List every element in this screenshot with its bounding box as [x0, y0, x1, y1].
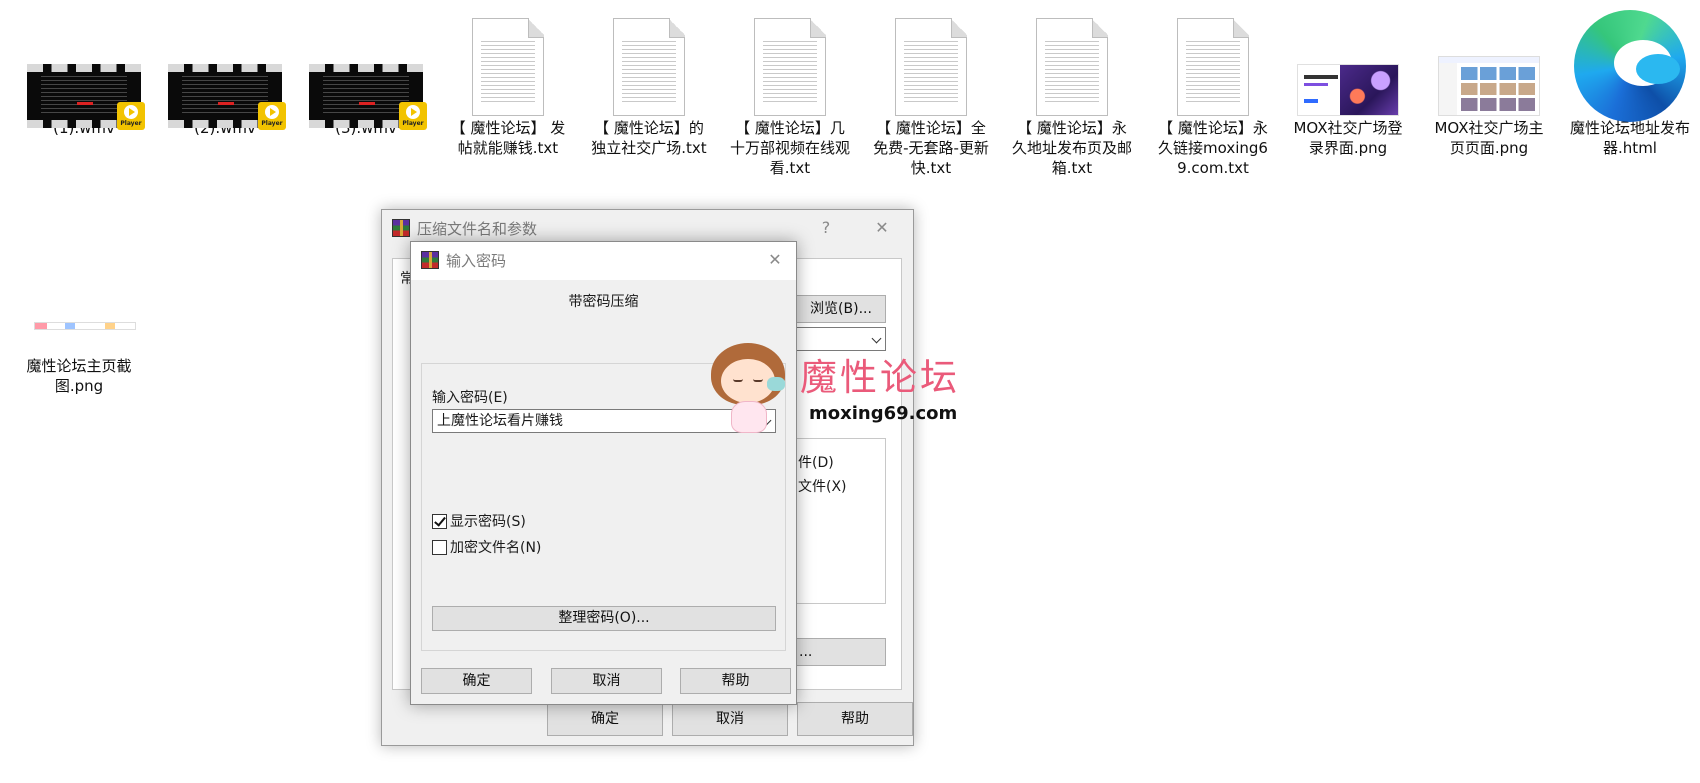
password-help-button[interactable]: 帮助 [680, 668, 791, 694]
desktop-icon-txt-6[interactable]: 【 魔性论坛】永久链接moxing69.com.txt [1148, 0, 1278, 178]
chevron-down-icon [871, 333, 882, 344]
winrar-icon [421, 251, 439, 269]
watermark-title: 魔性论坛 [800, 356, 960, 399]
file-label: 【 魔性论坛】 发帖就能赚钱.txt [450, 119, 566, 157]
show-password-label: 显示密码(S) [450, 514, 526, 530]
video-file-icon: Player [19, 0, 149, 130]
password-dialog-titlebar[interactable]: 输入密码 ✕ [411, 242, 796, 280]
desktop-icon-png-home[interactable]: MOX社交广场主页页面.png [1424, 0, 1554, 158]
image-thumbnail [1424, 0, 1554, 116]
checkbox-checked-icon[interactable] [432, 514, 447, 529]
desktop-icon-txt-2[interactable]: 【 魔性论坛】的独立社交广场.txt [584, 0, 714, 158]
encrypt-filenames-checkbox[interactable]: 加密文件名(N) [432, 538, 541, 558]
help-icon[interactable]: ? [812, 216, 840, 240]
archive-name-combo[interactable] [796, 327, 886, 351]
image-thumbnail [14, 320, 144, 336]
encrypt-filenames-label: 加密文件名(N) [450, 540, 542, 556]
video-file-icon: Player [301, 0, 431, 130]
browse-button[interactable]: 浏览(B)... [796, 295, 886, 323]
desktop-icon-png-screenshot[interactable]: 魔性论坛主页截图.png [14, 320, 144, 396]
file-label: 魔性论坛主页截图.png [26, 357, 132, 395]
password-dialog-title: 输入密码 [446, 252, 507, 270]
text-document-icon [1007, 0, 1137, 116]
password-value: 上魔性论坛看片赚钱 [437, 413, 563, 429]
text-document-icon [866, 0, 996, 116]
password-heading: 带密码压缩 [568, 294, 639, 310]
text-document-icon [443, 0, 573, 116]
watermark-url: moxing69.com [809, 403, 958, 424]
desktop-icon-video-3[interactable]: Player (3).wmv [301, 0, 431, 138]
mascot-girl-icon [709, 343, 789, 439]
winrar-icon [392, 219, 410, 237]
desktop-icon-txt-1[interactable]: 【 魔性论坛】 发帖就能赚钱.txt [443, 0, 573, 158]
archive-cancel-button[interactable]: 取消 [672, 702, 788, 736]
desktop-icon-txt-5[interactable]: 【 魔性论坛】永久地址发布页及邮箱.txt [1007, 0, 1137, 178]
desktop-icon-png-login[interactable]: MOX社交广场登录界面.png [1283, 0, 1413, 158]
close-icon[interactable]: ✕ [761, 248, 789, 272]
image-thumbnail [1283, 0, 1413, 116]
desktop-icon-video-1[interactable]: Player (1).wmv [19, 0, 149, 138]
file-label: 【 魔性论坛】全免费-无套路-更新快.txt [873, 119, 989, 177]
desktop-icon-txt-3[interactable]: 【 魔性论坛】几十万部视频在线观看.txt [725, 0, 855, 178]
file-label: 【 魔性论坛】永久链接moxing69.com.txt [1158, 119, 1268, 177]
desktop-icon-html[interactable]: 魔性论坛地址发布器.html [1565, 0, 1695, 158]
password-dialog: 输入密码 ✕ 带密码压缩 输入密码(E) 上魔性论坛看片赚钱 显示密码(S) 加… [410, 241, 797, 705]
file-label: MOX社交广场主页页面.png [1434, 119, 1544, 157]
set-password-button[interactable]: ... [796, 638, 886, 666]
player-badge-icon: Player [399, 102, 427, 130]
show-password-checkbox[interactable]: 显示密码(S) [432, 512, 526, 532]
checkbox-unchecked-icon[interactable] [432, 540, 447, 555]
player-badge-icon: Player [258, 102, 286, 130]
file-label: 【 魔性论坛】几十万部视频在线观看.txt [729, 119, 850, 177]
text-document-icon [725, 0, 855, 116]
password-cancel-button[interactable]: 取消 [551, 668, 662, 694]
option-fragment-files[interactable]: 文件(X) [798, 478, 847, 496]
desktop-icon-txt-4[interactable]: 【 魔性论坛】全免费-无套路-更新快.txt [866, 0, 996, 178]
text-document-icon [584, 0, 714, 116]
archive-ok-button[interactable]: 确定 [547, 702, 663, 736]
password-ok-button[interactable]: 确定 [421, 668, 532, 694]
organize-passwords-button[interactable]: 整理密码(O)... [432, 606, 776, 631]
option-fragment-delete-files[interactable]: 件(D) [798, 454, 834, 472]
edge-browser-icon [1565, 0, 1695, 122]
archive-help-button[interactable]: 帮助 [797, 702, 913, 736]
file-label: 【 魔性论坛】永久地址发布页及邮箱.txt [1011, 119, 1132, 177]
file-label: 魔性论坛地址发布器.html [1569, 119, 1690, 157]
archive-dialog-title: 压缩文件名和参数 [417, 220, 538, 238]
close-icon[interactable]: ✕ [868, 216, 896, 240]
text-document-icon [1148, 0, 1278, 116]
video-file-icon: Player [160, 0, 290, 130]
player-badge-icon: Player [117, 102, 145, 130]
desktop-icon-video-2[interactable]: Player (2).wmv [160, 0, 290, 138]
password-label: 输入密码(E) [432, 390, 508, 406]
file-label: MOX社交广场登录界面.png [1293, 119, 1403, 157]
file-label: 【 魔性论坛】的独立社交广场.txt [591, 119, 707, 157]
